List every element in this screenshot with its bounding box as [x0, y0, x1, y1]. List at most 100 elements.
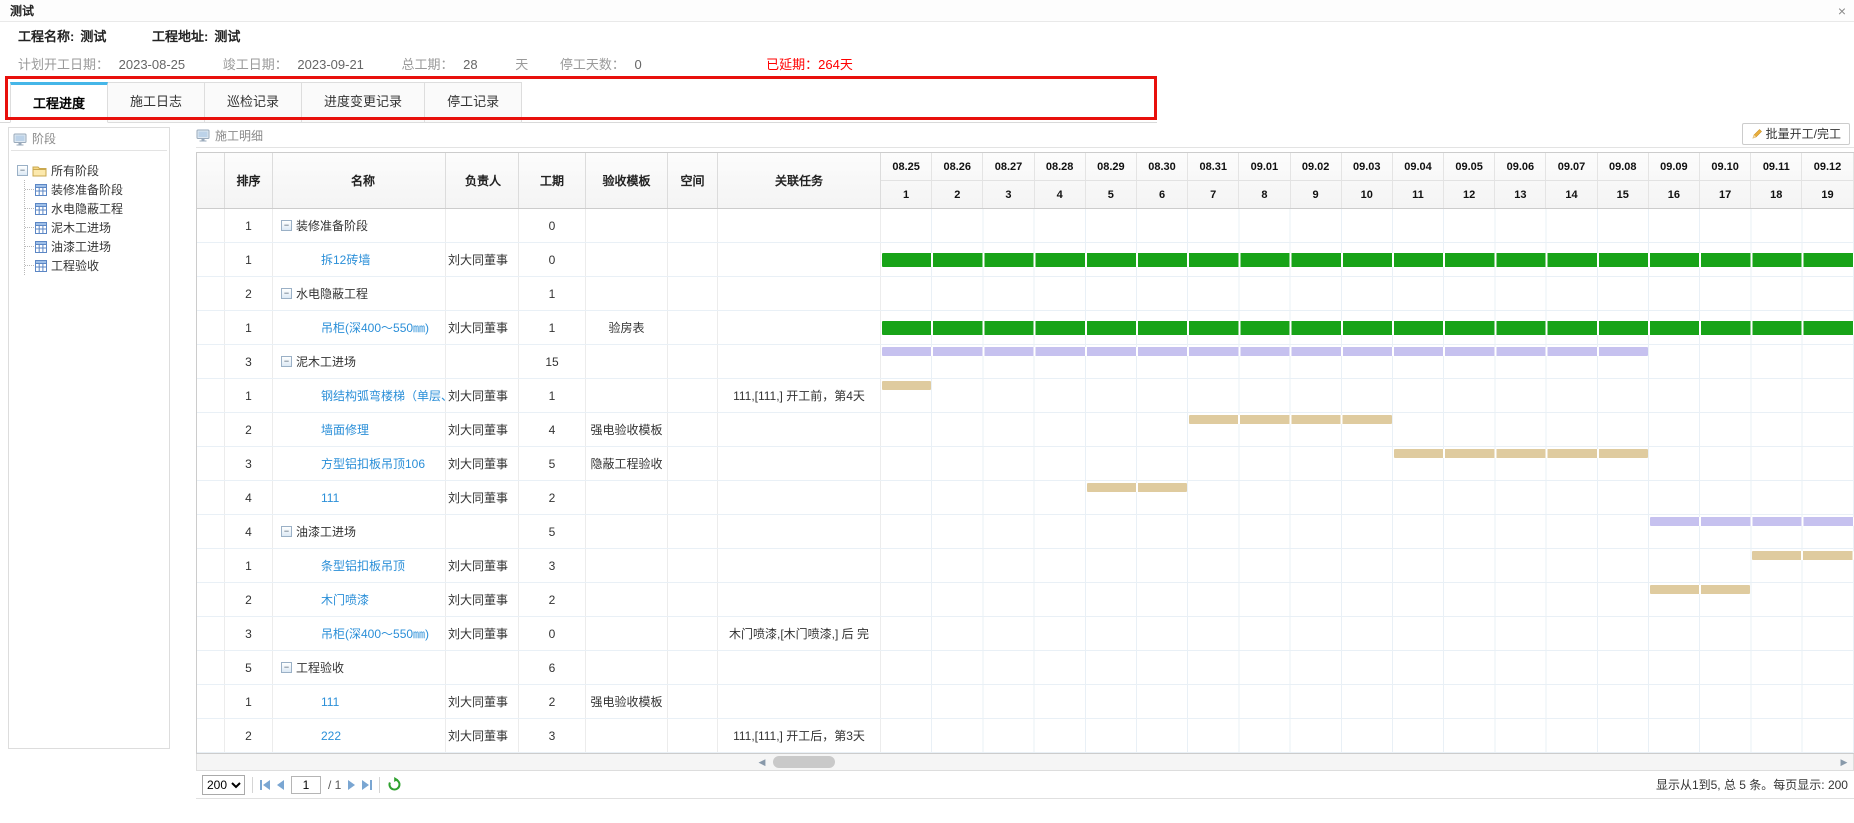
close-icon[interactable]: ×	[1838, 0, 1846, 22]
row-name-cell: −泥木工进场	[273, 345, 446, 378]
tree-item-装修准备阶段[interactable]: 装修准备阶段	[25, 180, 163, 199]
task-name-link[interactable]: 吊柜(深400～550㎜)	[281, 625, 429, 642]
tree-item-泥木工进场[interactable]: 泥木工进场	[25, 218, 163, 237]
tab-巡检记录[interactable]: 巡检记录	[205, 82, 302, 123]
tree-item-label[interactable]: 水电隐蔽工程	[51, 200, 123, 217]
last-page-button[interactable]	[362, 780, 372, 790]
gantt-date-08.29: 08.29	[1086, 153, 1137, 180]
row-template-cell	[586, 481, 668, 514]
task-name-link[interactable]: 111	[281, 695, 339, 709]
tree-item-水电隐蔽工程[interactable]: 水电隐蔽工程	[25, 199, 163, 218]
collapse-icon[interactable]: −	[281, 662, 292, 673]
gantt-row-cell[interactable]	[881, 583, 1854, 616]
collapse-icon[interactable]: −	[281, 288, 292, 299]
batch-start-finish-button[interactable]: 批量开工/完工	[1742, 123, 1850, 145]
gantt-date-08.31: 08.31	[1188, 153, 1239, 180]
row-template-cell	[586, 549, 668, 582]
gantt-bar-plan[interactable]	[882, 381, 931, 390]
gantt-row-cell[interactable]	[881, 277, 1854, 310]
task-name-link[interactable]: 222	[281, 729, 341, 743]
gantt-row-cell[interactable]	[881, 685, 1854, 718]
task-name-link[interactable]: 钢结构弧弯楼梯（单层、长	[281, 387, 446, 404]
gantt-row-cell[interactable]	[881, 379, 1854, 412]
gantt-row-cell[interactable]	[881, 481, 1854, 514]
gantt-bar-plan[interactable]	[1087, 483, 1187, 492]
task-name-link[interactable]: 吊柜(深400～550㎜)	[281, 319, 429, 336]
group-name[interactable]: −工程验收	[281, 659, 344, 676]
scroll-right-arrow-icon[interactable]: ▶	[1837, 756, 1851, 768]
group-name-label: 工程验收	[296, 659, 344, 676]
tree-root-label[interactable]: 所有阶段	[51, 162, 99, 179]
collapse-icon[interactable]: −	[281, 356, 292, 367]
prev-page-button[interactable]	[277, 780, 284, 790]
group-name[interactable]: −水电隐蔽工程	[281, 285, 368, 302]
tree-item-工程验收[interactable]: 工程验收	[25, 256, 163, 275]
gantt-row-cell[interactable]	[881, 413, 1854, 446]
collapse-icon[interactable]: −	[17, 165, 28, 176]
task-name-link[interactable]: 方型铝扣板吊顶106	[281, 455, 425, 472]
collapse-icon[interactable]: −	[281, 526, 292, 537]
next-page-button[interactable]	[348, 780, 355, 790]
gantt-bar-plan[interactable]	[1650, 585, 1750, 594]
page-size-select[interactable]: 200	[202, 775, 245, 795]
scrollbar-thumb[interactable]	[773, 756, 835, 768]
table-icon	[35, 241, 47, 253]
row-related-cell	[718, 311, 881, 344]
row-owner-cell	[446, 515, 519, 548]
gantt-bar-plan[interactable]	[1394, 449, 1648, 458]
gantt-row-cell[interactable]	[881, 311, 1854, 344]
tab-停工记录[interactable]: 停工记录	[425, 82, 522, 123]
group-name[interactable]: −油漆工进场	[281, 523, 356, 540]
row-duration-cell: 6	[519, 651, 586, 684]
row-related-cell	[718, 685, 881, 718]
gantt-bar-plan[interactable]	[1752, 551, 1854, 560]
group-name[interactable]: −泥木工进场	[281, 353, 356, 370]
gantt-date-09.12: 09.12	[1802, 153, 1853, 180]
tree-item-label[interactable]: 泥木工进场	[51, 219, 111, 236]
gantt-row-cell[interactable]	[881, 549, 1854, 582]
row-duration-cell: 5	[519, 447, 586, 480]
gantt-row-cell[interactable]	[881, 719, 1854, 752]
row-name-cell: 墙面修理	[273, 413, 446, 446]
page-number-input[interactable]	[291, 776, 321, 794]
tree-root-all-phases[interactable]: − 所有阶段	[17, 161, 163, 180]
gantt-row-cell[interactable]	[881, 243, 1854, 276]
tab-工程进度[interactable]: 工程进度	[10, 82, 108, 123]
gantt-bar-actual[interactable]	[882, 321, 1854, 335]
gantt-bar-plan[interactable]	[1650, 517, 1854, 526]
tab-进度变更记录[interactable]: 进度变更记录	[302, 82, 425, 123]
refresh-icon[interactable]	[387, 777, 402, 792]
gantt-row-cell[interactable]	[881, 209, 1854, 242]
task-name-link[interactable]: 拆12砖墙	[281, 251, 370, 268]
task-name-link[interactable]: 条型铝扣板吊顶	[281, 557, 405, 574]
row-space-cell	[668, 413, 718, 446]
scroll-left-arrow-icon[interactable]: ◀	[755, 756, 769, 768]
row-seq-cell: 2	[225, 413, 273, 446]
task-name-link[interactable]: 111	[281, 491, 339, 505]
task-name-link[interactable]: 墙面修理	[281, 421, 369, 438]
task-name-link[interactable]: 木门喷漆	[281, 591, 369, 608]
gantt-bar-plan[interactable]	[882, 347, 1648, 356]
header-gutter	[197, 153, 225, 208]
horizontal-scrollbar[interactable]: ◀ ▶	[196, 754, 1854, 771]
gantt-bar-plan[interactable]	[1189, 415, 1392, 424]
gantt-row-cell[interactable]	[881, 515, 1854, 548]
divider	[379, 777, 380, 793]
group-name[interactable]: −装修准备阶段	[281, 217, 368, 234]
gantt-row-cell[interactable]	[881, 617, 1854, 650]
gantt-bar-actual[interactable]	[882, 253, 1854, 267]
tree-item-油漆工进场[interactable]: 油漆工进场	[25, 237, 163, 256]
tree-item-label[interactable]: 油漆工进场	[51, 238, 111, 255]
first-page-button[interactable]	[260, 780, 270, 790]
phase-panel-header: 阶段	[9, 128, 169, 150]
tree-item-label[interactable]: 工程验收	[51, 257, 99, 274]
tree-item-label[interactable]: 装修准备阶段	[51, 181, 123, 198]
collapse-icon[interactable]: −	[281, 220, 292, 231]
gantt-row-cell[interactable]	[881, 345, 1854, 378]
stop-days-field[interactable]: 0	[635, 52, 723, 79]
gantt-row-cell[interactable]	[881, 447, 1854, 480]
gantt-row-cell[interactable]	[881, 651, 1854, 684]
row-owner-cell	[446, 651, 519, 684]
group-name-label: 装修准备阶段	[296, 217, 368, 234]
tab-施工日志[interactable]: 施工日志	[108, 82, 205, 123]
